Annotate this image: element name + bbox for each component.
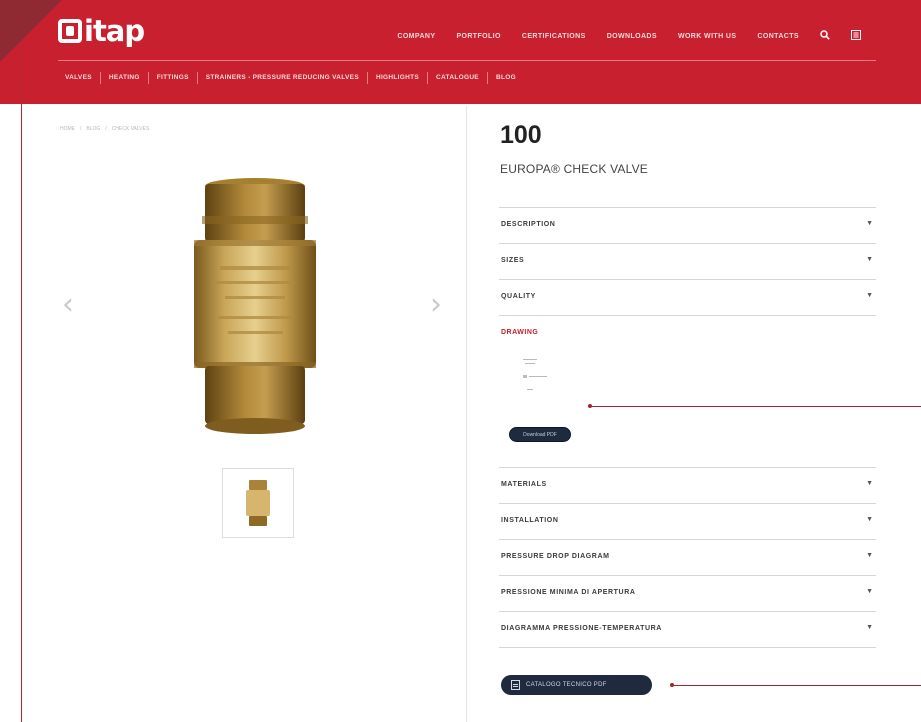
subnav-blog[interactable]: BLOG [488, 72, 524, 84]
breadcrumb-separator: / [80, 126, 82, 132]
accordion-label: QUALITY [501, 293, 536, 300]
chevron-down-icon: ▼ [866, 588, 873, 595]
breadcrumb-current: CHECK VALVES [111, 126, 150, 132]
accordion-divider [499, 315, 876, 316]
category-navigation: VALVES HEATING FITTINGS STRAINERS - PRES… [58, 70, 524, 86]
search-icon[interactable] [820, 30, 830, 43]
download-drawing-button[interactable]: Download PDF [509, 427, 571, 442]
accordion-materials[interactable]: MATERIALS ▼ [499, 467, 876, 503]
catalog-pdf-label: CATALOGO TECNICO PDF [526, 682, 607, 688]
frame-line [21, 40, 22, 722]
breadcrumb-home[interactable]: HOME [60, 126, 75, 132]
accordion-label: MATERIALS [501, 481, 547, 488]
accordion-installation[interactable]: INSTALLATION ▼ [499, 503, 876, 539]
accordion-label: DIAGRAMMA PRESSIONE-TEMPERATURA [501, 625, 662, 632]
chevron-down-icon: ▼ [866, 292, 873, 299]
chevron-down-icon: ▼ [866, 256, 873, 263]
accordion-description[interactable]: DESCRIPTION ▼ [499, 207, 876, 243]
column-divider [466, 106, 467, 722]
accordion-pressure-drop[interactable]: PRESSURE DROP DIAGRAM ▼ [499, 539, 876, 575]
nav-company[interactable]: COMPANY [397, 33, 435, 40]
accordion-label: PRESSIONE MINIMA DI APERTURA [501, 589, 636, 596]
subnav-heating[interactable]: HEATING [101, 72, 149, 84]
accordion-label: SIZES [501, 257, 525, 264]
nav-downloads[interactable]: DOWNLOADS [607, 33, 657, 40]
accordion-label: PRESSURE DROP DIAGRAM [501, 553, 610, 560]
chevron-down-icon: ▼ [866, 220, 873, 227]
header-corner-accent [0, 0, 62, 62]
accordion-label: INSTALLATION [501, 517, 559, 524]
breadcrumb: HOME / BLOG / CHECK VALVES [60, 126, 149, 132]
drawing-label: DRAWING [501, 329, 539, 336]
chevron-down-icon: ▼ [866, 516, 873, 523]
site-header: itap COMPANY PORTFOLIO CERTIFICATIONS DO… [0, 0, 921, 104]
subnav-fittings[interactable]: FITTINGS [149, 72, 198, 84]
chevron-right-icon[interactable]: › [430, 290, 442, 320]
nav-contacts[interactable]: CONTACTS [757, 33, 799, 40]
accordion-pressure-temperature[interactable]: DIAGRAMMA PRESSIONE-TEMPERATURA ▼ [499, 611, 876, 647]
annotation-pointer [588, 404, 921, 408]
drawing-thumbnail[interactable] [513, 355, 553, 397]
chevron-left-icon[interactable]: ‹ [62, 290, 74, 320]
subnav-valves[interactable]: VALVES [58, 72, 101, 84]
catalog-pdf-button[interactable]: CATALOGO TECNICO PDF [501, 675, 652, 695]
nav-certifications[interactable]: CERTIFICATIONS [522, 33, 586, 40]
nav-work-with-us[interactable]: WORK WITH US [678, 33, 736, 40]
subnav-strainers[interactable]: STRAINERS - PRESSURE REDUCING VALVES [198, 72, 368, 84]
accordion-label: DESCRIPTION [501, 221, 556, 228]
product-name: EUROPA® CHECK VALVE [500, 162, 649, 176]
nav-portfolio[interactable]: PORTFOLIO [456, 33, 500, 40]
menu-icon[interactable] [851, 30, 861, 43]
product-code: 100 [500, 121, 542, 149]
chevron-down-icon: ▼ [866, 552, 873, 559]
document-icon [511, 680, 520, 690]
accordion-quality[interactable]: QUALITY ▼ [499, 279, 876, 315]
accordion-opening-pressure[interactable]: PRESSIONE MINIMA DI APERTURA ▼ [499, 575, 876, 611]
gallery-thumbnail[interactable] [222, 468, 294, 538]
chevron-down-icon: ▼ [866, 624, 873, 631]
product-image [194, 178, 316, 434]
subnav-catalogue[interactable]: CATALOGUE [428, 72, 488, 84]
accordion-sizes[interactable]: SIZES ▼ [499, 243, 876, 279]
subnav-highlights[interactable]: HIGHLIGHTS [368, 72, 429, 84]
brand-logo[interactable]: itap [58, 14, 145, 48]
header-divider [58, 60, 876, 61]
product-gallery: ‹ › [48, 150, 460, 460]
top-navigation: COMPANY PORTFOLIO CERTIFICATIONS DOWNLOA… [397, 30, 861, 43]
breadcrumb-blog[interactable]: BLOG [86, 126, 100, 132]
accordion-divider [499, 647, 876, 648]
chevron-down-icon: ▼ [866, 480, 873, 487]
thumbnail-image [246, 480, 270, 526]
annotation-pointer [670, 683, 921, 687]
logo-text: itap [84, 14, 145, 48]
breadcrumb-separator: / [105, 126, 107, 132]
